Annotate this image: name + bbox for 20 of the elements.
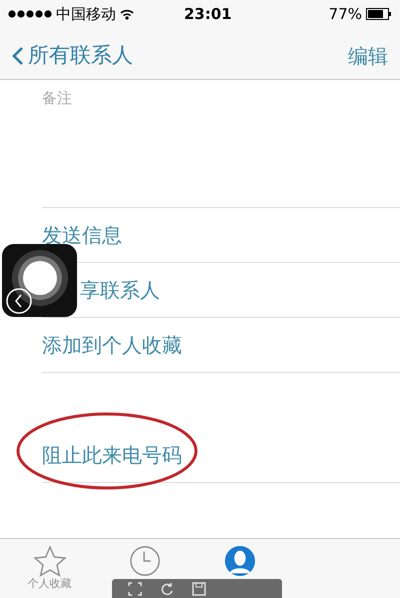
action-link[interactable]: 添加到个人收藏 — [42, 330, 182, 360]
action-link[interactable]: 发送信息 — [42, 220, 122, 250]
back-link[interactable]: 所有联系人 — [12, 40, 133, 72]
battery-percent: 77% — [328, 4, 362, 25]
edit-button[interactable]: 编辑 — [348, 40, 388, 70]
signal-icon — [8, 10, 52, 18]
battery-icon — [366, 8, 392, 20]
clock-time: 23:01 — [184, 4, 232, 25]
chevron-left-icon — [12, 46, 24, 66]
star-icon — [32, 545, 66, 577]
carrier-name: 中国移动 — [56, 4, 116, 25]
assistive-touch-button[interactable] — [2, 244, 77, 317]
action-link[interactable]: 享联系人 — [80, 275, 160, 305]
crop-icon[interactable] — [128, 582, 142, 596]
notes-label: 备注 — [42, 89, 72, 107]
clock-icon — [128, 545, 160, 577]
save-icon[interactable] — [192, 582, 206, 596]
person-icon — [224, 545, 256, 577]
wifi-icon — [120, 8, 134, 20]
rotate-icon[interactable] — [160, 582, 174, 596]
